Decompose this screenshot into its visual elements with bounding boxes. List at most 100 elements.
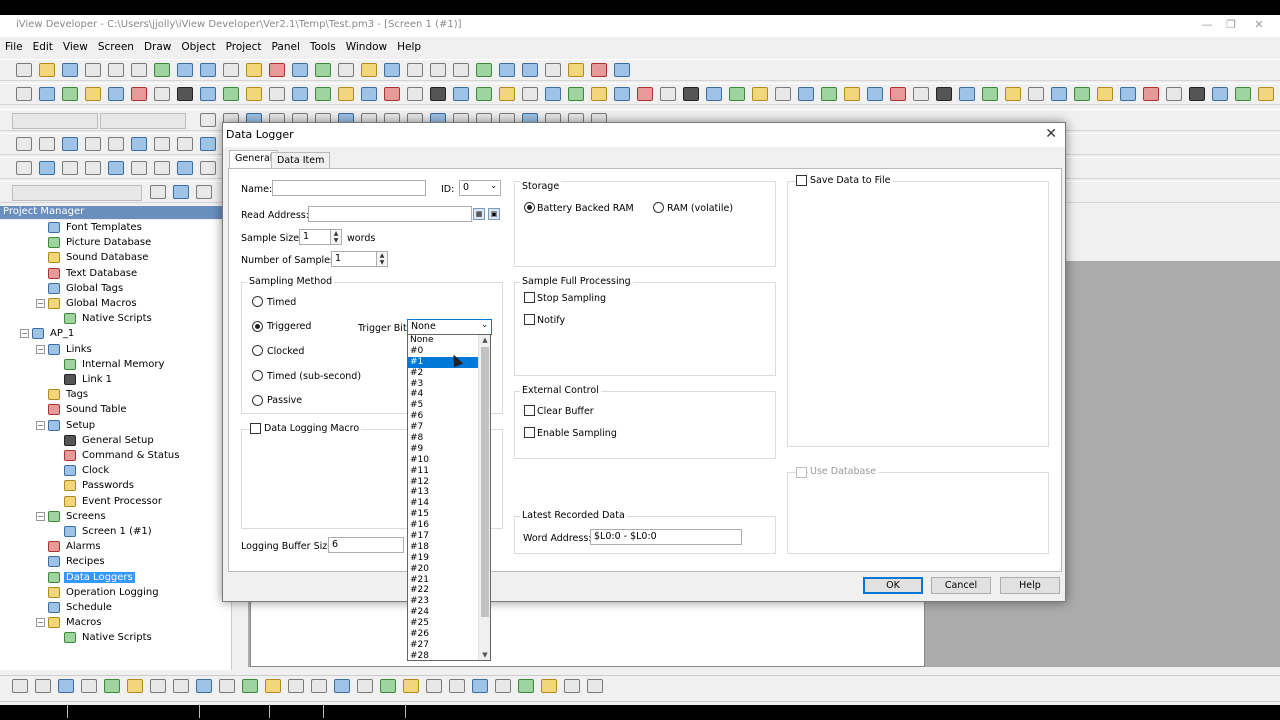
radio-passive[interactable] xyxy=(252,395,263,406)
collapse-icon[interactable]: − xyxy=(36,344,45,354)
tree-item[interactable]: − Global Macros xyxy=(36,296,139,311)
toolbar-button-icon[interactable] xyxy=(476,87,492,101)
tree-item[interactable]: Font Templates xyxy=(36,220,144,235)
toolbar-button-icon[interactable] xyxy=(1097,87,1113,101)
toolbar-button-icon[interactable] xyxy=(1189,87,1205,101)
font-combo[interactable] xyxy=(12,113,98,129)
name-field[interactable] xyxy=(272,180,426,196)
menu-object[interactable]: Object xyxy=(176,39,220,55)
collapse-icon[interactable]: − xyxy=(36,511,45,521)
toolbar-button-icon[interactable] xyxy=(683,87,699,101)
toolbar-button-icon[interactable] xyxy=(62,137,78,151)
toolbar-button-icon[interactable] xyxy=(564,679,580,693)
tree-item[interactable]: Picture Database xyxy=(36,235,153,250)
toolbar-button-icon[interactable] xyxy=(637,87,653,101)
scroll-thumb[interactable] xyxy=(481,347,489,617)
toolbar-button-icon[interactable] xyxy=(173,185,189,199)
toolbar-button-icon[interactable] xyxy=(522,63,538,77)
minimize-icon[interactable]: — xyxy=(1198,18,1216,32)
radio-clocked[interactable] xyxy=(252,345,263,356)
use-database-checkbox[interactable] xyxy=(796,467,807,478)
toolbar-button-icon[interactable] xyxy=(311,679,327,693)
menu-project[interactable]: Project xyxy=(221,39,267,55)
dropdown-option[interactable]: #3 xyxy=(408,379,478,390)
scroll-up-icon[interactable]: ▲ xyxy=(480,336,490,344)
tree-item[interactable]: Operation Logging xyxy=(36,585,161,600)
toolbar-button-icon[interactable] xyxy=(16,137,32,151)
dropdown-scrollbar[interactable]: ▲ ▼ xyxy=(478,335,490,660)
ok-button[interactable]: OK xyxy=(863,577,923,594)
clear-buffer-checkbox[interactable] xyxy=(524,405,535,416)
toolbar-button-icon[interactable] xyxy=(499,87,515,101)
num-samples-spinner[interactable]: ▲ ▼ xyxy=(377,251,388,267)
toolbar-button-icon[interactable] xyxy=(62,63,78,77)
toolbar-button-icon[interactable] xyxy=(85,87,101,101)
dropdown-option[interactable]: #4 xyxy=(408,389,478,400)
tree-item[interactable]: Screen 1 (#1) xyxy=(52,524,154,539)
menu-screen[interactable]: Screen xyxy=(93,39,139,55)
trigger-bit-select[interactable]: None ⌄ xyxy=(407,319,492,335)
toolbar-button-icon[interactable] xyxy=(545,63,561,77)
tree-item[interactable]: Tags xyxy=(36,387,90,402)
dropdown-option[interactable]: #6 xyxy=(408,411,478,422)
toolbar-button-icon[interactable] xyxy=(223,87,239,101)
toolbar-button-icon[interactable] xyxy=(1212,87,1228,101)
menu-panel[interactable]: Panel xyxy=(267,39,305,55)
toolbar-button-icon[interactable] xyxy=(568,87,584,101)
dropdown-option[interactable]: #7 xyxy=(408,422,478,433)
toolbar-button-icon[interactable] xyxy=(196,185,212,199)
stop-sampling-checkbox[interactable] xyxy=(524,292,535,303)
toolbar-button-icon[interactable] xyxy=(292,63,308,77)
toolbar-button-icon[interactable] xyxy=(936,87,952,101)
toolbar-button-icon[interactable] xyxy=(1051,87,1067,101)
dropdown-option[interactable]: #16 xyxy=(408,520,478,531)
toolbar-button-icon[interactable] xyxy=(752,87,768,101)
toolbar-button-icon[interactable] xyxy=(246,63,262,77)
toolbar-button-icon[interactable] xyxy=(16,161,32,175)
tree-item[interactable]: Passwords xyxy=(52,478,136,493)
toolbar-button-icon[interactable] xyxy=(1028,87,1044,101)
toolbar-button-icon[interactable] xyxy=(246,87,262,101)
dropdown-option[interactable]: #10 xyxy=(408,455,478,466)
tree-item[interactable]: Alarms xyxy=(36,539,103,554)
toolbar-button-icon[interactable] xyxy=(62,87,78,101)
toolbar-button-icon[interactable] xyxy=(177,137,193,151)
toolbar-button-icon[interactable] xyxy=(541,679,557,693)
sample-size-spinner[interactable]: ▲ ▼ xyxy=(331,229,342,245)
size-combo[interactable] xyxy=(100,113,186,129)
toolbar-button-icon[interactable] xyxy=(518,679,534,693)
enable-sampling-checkbox[interactable] xyxy=(524,427,535,438)
menu-window[interactable]: Window xyxy=(341,39,392,55)
radio-timed[interactable] xyxy=(252,296,263,307)
dropdown-option[interactable]: #27 xyxy=(408,640,478,651)
scroll-down-icon[interactable]: ▼ xyxy=(480,651,490,659)
tree-item[interactable]: Sound Table xyxy=(36,402,129,417)
toolbar-button-icon[interactable] xyxy=(177,161,193,175)
tree-item[interactable]: Native Scripts xyxy=(52,311,154,326)
toolbar-button-icon[interactable] xyxy=(522,87,538,101)
dropdown-option[interactable]: #2 xyxy=(408,368,478,379)
toolbar-button-icon[interactable] xyxy=(568,63,584,77)
help-button[interactable]: Help xyxy=(1000,577,1060,594)
toolbar-button-icon[interactable] xyxy=(16,63,32,77)
tree-item[interactable]: − Links xyxy=(36,342,94,357)
toolbar-button-icon[interactable] xyxy=(729,87,745,101)
tree-item[interactable]: Event Processor xyxy=(52,494,164,509)
toolbar-button-icon[interactable] xyxy=(430,63,446,77)
toolbar-button-icon[interactable] xyxy=(200,113,216,127)
toolbar-button-icon[interactable] xyxy=(12,679,28,693)
tree-item[interactable]: − Setup xyxy=(36,418,97,433)
collapse-icon[interactable]: − xyxy=(20,329,29,339)
close-icon[interactable]: ✕ xyxy=(1250,18,1268,32)
toolbar-button-icon[interactable] xyxy=(982,87,998,101)
toolbar-button-icon[interactable] xyxy=(288,679,304,693)
dropdown-option[interactable]: #14 xyxy=(408,498,478,509)
dropdown-option[interactable]: #22 xyxy=(408,585,478,596)
toolbar-button-icon[interactable] xyxy=(587,679,603,693)
toolbar-button-icon[interactable] xyxy=(844,87,860,101)
address-lock-icon[interactable]: ▣ xyxy=(488,208,500,220)
menu-edit[interactable]: Edit xyxy=(28,39,58,55)
toolbar-button-icon[interactable] xyxy=(361,63,377,77)
toolbar-button-icon[interactable] xyxy=(219,679,235,693)
tree-item[interactable]: Internal Memory xyxy=(52,357,166,372)
